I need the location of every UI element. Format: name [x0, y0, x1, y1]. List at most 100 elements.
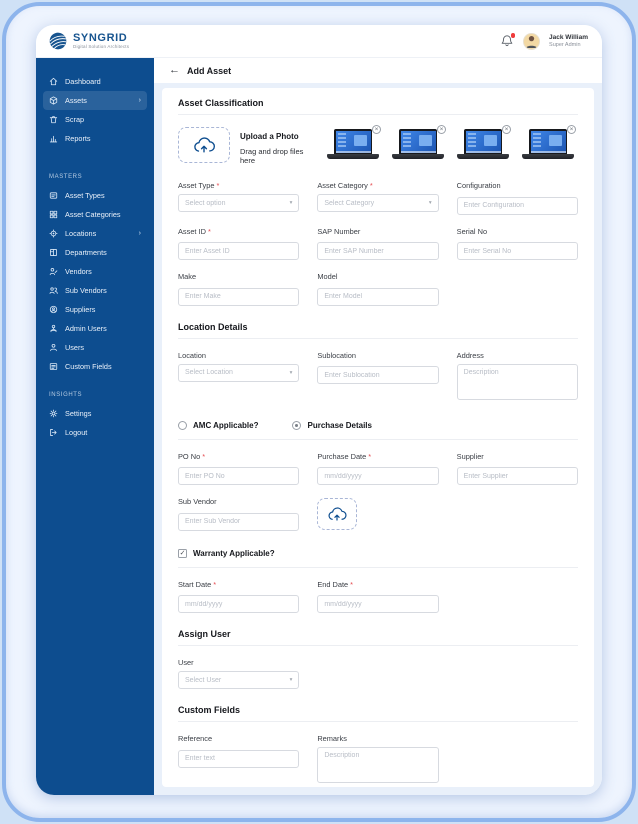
remove-photo-icon[interactable]: ×	[437, 125, 446, 134]
sublocation-input[interactable]	[317, 366, 438, 384]
upload-subtitle: Drag and drop files here	[240, 147, 317, 165]
field-serial-no: Serial No	[457, 227, 578, 261]
registered-circle-icon	[49, 305, 58, 314]
user-select[interactable]: Select User▾	[178, 671, 299, 689]
field-label: Make	[178, 272, 196, 281]
field-remarks: Remarks	[317, 734, 438, 788]
sidebar-item-reports[interactable]: Reports	[43, 129, 147, 148]
sidebar-item-assets[interactable]: Assets ›	[43, 91, 147, 110]
start-date-input[interactable]	[178, 595, 299, 613]
sidebar-item-label: Settings	[65, 409, 91, 418]
remarks-textarea[interactable]	[317, 747, 438, 783]
radio-unchecked-icon	[178, 421, 187, 430]
field-label: Configuration	[457, 181, 501, 190]
supplier-input[interactable]	[457, 467, 578, 485]
po-no-input[interactable]	[178, 467, 299, 485]
serial-no-input[interactable]	[457, 242, 578, 260]
sidebar-item-label: Dashboard	[65, 77, 101, 86]
cube-icon	[49, 96, 58, 105]
sidebar-item-logout[interactable]: Logout	[43, 423, 147, 442]
sidebar-item-label: Reports	[65, 134, 91, 143]
sidebar-item-label: Vendors	[65, 267, 92, 276]
section-location-details: Location Details	[178, 322, 578, 339]
field-label: Sublocation	[317, 351, 356, 360]
card-icon	[49, 191, 58, 200]
field-location: Location Select Location▾	[178, 351, 299, 405]
field-label: Location	[178, 351, 206, 360]
asset-photo-thumbnail: ×	[392, 129, 444, 165]
asset-photo-thumbnail: ×	[327, 129, 379, 165]
sap-number-input[interactable]	[317, 242, 438, 260]
photo-upload-dropzone[interactable]	[178, 127, 230, 163]
sidebar-item-asset-categories[interactable]: Asset Categories	[43, 205, 147, 224]
asset-type-select[interactable]: Select option▾	[178, 194, 299, 212]
form-actions: + Submit Cancel	[178, 788, 578, 795]
make-input[interactable]	[178, 288, 299, 306]
model-input[interactable]	[317, 288, 438, 306]
field-label: Asset Category	[317, 181, 368, 190]
address-textarea[interactable]	[457, 364, 578, 400]
select-placeholder: Select Location	[185, 369, 233, 376]
sidebar-item-custom-fields[interactable]: Custom Fields	[43, 357, 147, 376]
remove-photo-icon[interactable]: ×	[502, 125, 511, 134]
remove-photo-icon[interactable]: ×	[567, 125, 576, 134]
add-asset-form: Asset Classification Upload a Photo Drag…	[162, 88, 594, 787]
warranty-applicable-checkbox[interactable]: ✓ Warranty Applicable?	[178, 549, 275, 558]
required-marker: *	[216, 181, 219, 190]
grid-icon	[49, 210, 58, 219]
back-arrow-icon[interactable]: ←	[169, 65, 180, 76]
sidebar-item-label: Sub Vendors	[65, 286, 107, 295]
sidebar-item-dashboard[interactable]: Dashboard	[43, 72, 147, 91]
location-select[interactable]: Select Location▾	[178, 364, 299, 382]
amc-applicable-radio[interactable]: AMC Applicable?	[178, 421, 258, 430]
required-marker: *	[208, 227, 211, 236]
sidebar-item-sub-vendors[interactable]: Sub Vendors	[43, 281, 147, 300]
person-icon	[49, 343, 58, 352]
chevron-down-icon: ▾	[290, 200, 293, 206]
sidebar-item-settings[interactable]: Settings	[43, 404, 147, 423]
asset-photo-thumbnail: ×	[457, 129, 509, 165]
field-reference: Reference	[178, 734, 299, 788]
logout-icon	[49, 428, 58, 437]
building-icon	[49, 248, 58, 257]
user-avatar[interactable]	[523, 33, 540, 50]
field-label: Remarks	[317, 734, 347, 743]
upload-instructions: Upload a Photo Drag and drop files here	[240, 127, 317, 165]
page-header: ← Add Asset	[154, 58, 602, 83]
sidebar-item-label: Asset Types	[65, 191, 105, 200]
invoice-upload-dropzone[interactable]	[317, 498, 357, 530]
asset-category-select[interactable]: Select Category▾	[317, 194, 438, 212]
configuration-input[interactable]	[457, 197, 578, 215]
notification-dot	[511, 33, 516, 38]
main-content: ← Add Asset Asset Classification	[154, 58, 602, 795]
purchase-details-radio[interactable]: Purchase Details	[292, 421, 371, 430]
logo-tagline: Digital Solution Architects	[73, 45, 129, 50]
user-name: Jack William	[549, 34, 588, 42]
field-address: Address	[457, 351, 578, 405]
required-marker: *	[213, 580, 216, 589]
sub-vendor-input[interactable]	[178, 513, 299, 531]
sidebar-item-scrap[interactable]: Scrap	[43, 110, 147, 129]
required-marker: *	[368, 452, 371, 461]
section-custom-fields: Custom Fields	[178, 705, 578, 722]
tablet-mockup: SYNGRID Digital Solution Architects	[0, 0, 638, 824]
sidebar-item-departments[interactable]: Departments	[43, 243, 147, 262]
chevron-right-icon: ›	[139, 97, 141, 104]
notification-bell-icon[interactable]	[501, 34, 514, 48]
reference-input[interactable]	[178, 750, 299, 768]
sidebar-item-suppliers[interactable]: Suppliers	[43, 300, 147, 319]
sidebar-item-locations[interactable]: Locations ›	[43, 224, 147, 243]
sidebar-item-asset-types[interactable]: Asset Types	[43, 186, 147, 205]
remove-photo-icon[interactable]: ×	[372, 125, 381, 134]
bar-chart-icon	[49, 134, 58, 143]
end-date-input[interactable]	[317, 595, 438, 613]
select-placeholder: Select User	[185, 677, 221, 684]
uploaded-photos: × × ×	[327, 127, 578, 165]
asset-id-input[interactable]	[178, 242, 299, 260]
sidebar-section-masters: MASTERS	[49, 174, 147, 180]
sidebar-item-admin-users[interactable]: Admin Users	[43, 319, 147, 338]
user-role: Super Admin	[549, 42, 588, 49]
purchase-date-input[interactable]	[317, 467, 438, 485]
sidebar-item-users[interactable]: Users	[43, 338, 147, 357]
sidebar-item-vendors[interactable]: Vendors	[43, 262, 147, 281]
